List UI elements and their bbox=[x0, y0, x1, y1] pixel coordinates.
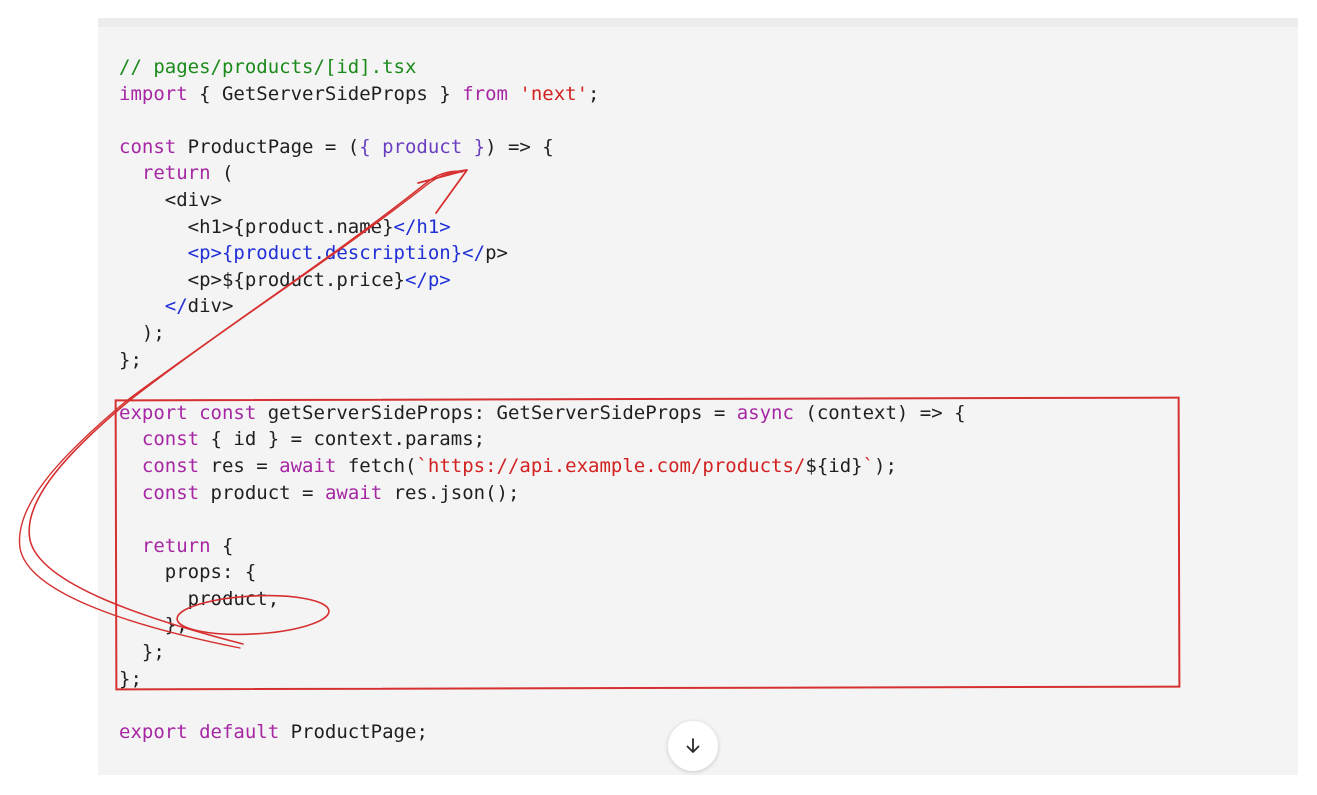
code-line: <p>${product.price}</p> bbox=[119, 267, 966, 294]
code-token: 'next' bbox=[519, 82, 589, 105]
code-token: ProductPage; bbox=[279, 720, 428, 743]
code-token: </h1> bbox=[393, 215, 451, 238]
code-token: { GetServerSideProps } bbox=[187, 82, 463, 105]
annotation-highlight-box bbox=[114, 396, 1181, 691]
code-line: const ProductPage = ({ product }) => { bbox=[119, 134, 966, 161]
code-line: // pages/products/[id].tsx bbox=[119, 54, 966, 81]
code-token: { product } bbox=[359, 135, 486, 158]
code-token: ); bbox=[119, 321, 165, 344]
code-token: export bbox=[119, 720, 188, 743]
scroll-to-bottom-button[interactable] bbox=[668, 721, 718, 771]
code-token: default bbox=[199, 720, 280, 743]
code-token: div> bbox=[187, 295, 234, 318]
code-token: import bbox=[119, 82, 188, 105]
code-token: <div> bbox=[119, 188, 222, 211]
code-line: <div> bbox=[119, 187, 966, 214]
code-token: ; bbox=[588, 82, 600, 105]
code-token: p> bbox=[485, 242, 508, 265]
code-block-top-edge bbox=[98, 18, 1298, 27]
code-line: import { GetServerSideProps } from 'next… bbox=[119, 81, 966, 108]
code-token: from bbox=[462, 82, 508, 105]
arrow-down-icon bbox=[686, 738, 700, 753]
code-line: }; bbox=[119, 347, 966, 374]
code-token: return bbox=[141, 162, 211, 185]
code-token: <p>${product.price} bbox=[119, 268, 405, 291]
code-token: </p> bbox=[404, 268, 451, 291]
code-token: <h1>{product.name} bbox=[119, 215, 394, 238]
code-token: ProductPage = ( bbox=[176, 135, 360, 158]
code-line: export default ProductPage; bbox=[119, 719, 966, 746]
code-token: </ bbox=[164, 295, 188, 318]
code-token: ( bbox=[210, 162, 234, 185]
code-line: <p>{product.description}</p> bbox=[119, 240, 966, 267]
code-line: return ( bbox=[119, 160, 966, 187]
code-token: const bbox=[119, 135, 177, 158]
code-line: <h1>{product.name}</h1> bbox=[119, 214, 966, 241]
code-line: </div> bbox=[119, 293, 966, 320]
code-token: // pages/products/[id].tsx bbox=[119, 56, 417, 78]
code-line: ); bbox=[119, 320, 966, 347]
code-token: <p>{product.description}</ bbox=[187, 242, 486, 265]
code-token: ) => { bbox=[485, 135, 554, 158]
code-token: }; bbox=[119, 348, 142, 371]
